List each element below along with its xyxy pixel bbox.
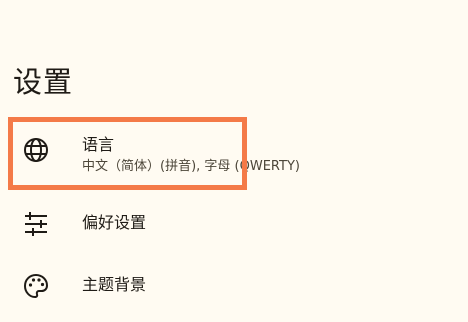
settings-item-title: 语言 (82, 135, 115, 154)
palette-icon (22, 272, 50, 300)
page-title: 设置 (13, 65, 74, 99)
settings-item-summary: 中文（简体）(拼音), 字母 (QWERTY) (82, 159, 300, 174)
settings-item-language[interactable]: 语言 中文（简体）(拼音), 字母 (QWERTY) (0, 112, 468, 184)
sliders-icon (22, 210, 50, 238)
settings-item-title: 主题背景 (82, 275, 147, 294)
globe-icon (22, 136, 50, 164)
settings-item-title: 偏好设置 (82, 213, 147, 232)
settings-item-theme[interactable]: 主题背景 (0, 250, 468, 322)
